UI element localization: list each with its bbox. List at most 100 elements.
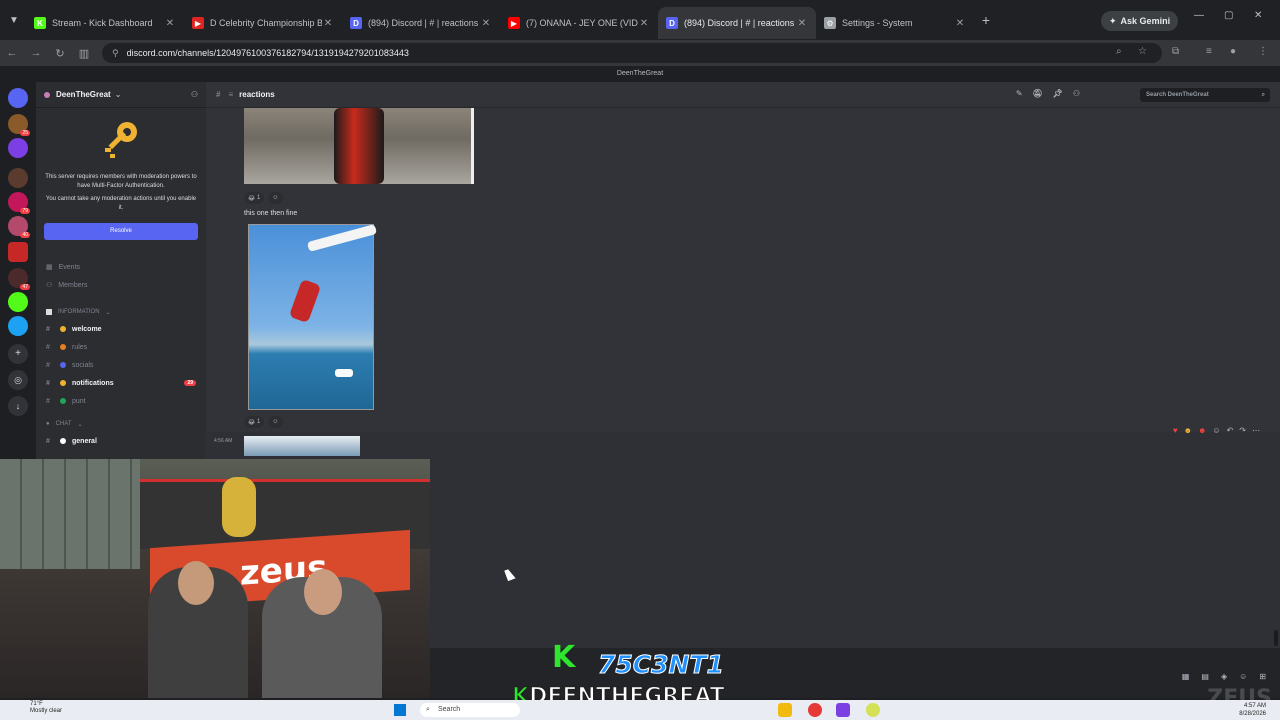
reaction-chip[interactable]: 😂︎ 1 <box>244 416 265 428</box>
header-toolbar: ✎ 🔕︎ 📌︎ ⚇ <box>1016 89 1080 98</box>
windows-start-icon[interactable] <box>394 704 406 716</box>
laugh-reaction-icon[interactable]: ☻ <box>1184 426 1192 435</box>
gif-icon[interactable]: ▤ <box>1201 672 1209 681</box>
chrome-icon[interactable] <box>808 703 822 717</box>
tab-close-icon[interactable]: ✕ <box>638 18 650 29</box>
url-field[interactable]: ⚲ discord.com/channels/12049761003761827… <box>102 43 1162 63</box>
notifications-icon[interactable]: 🔕︎ <box>1033 89 1043 98</box>
member-list-icon[interactable]: ⚇ <box>1073 89 1080 98</box>
gift-icon[interactable]: ▦ <box>1182 672 1190 681</box>
forward-icon[interactable]: ↷ <box>1239 426 1246 435</box>
channel-label: notifications <box>72 379 114 387</box>
browser-tab[interactable]: D (894) Discord | # | reactions ✕ <box>658 7 816 39</box>
gemini-label: Ask Gemini <box>1120 16 1171 26</box>
app-icon[interactable] <box>836 703 850 717</box>
server-icon[interactable]: 79 <box>8 192 30 214</box>
search-icon: ⌕ <box>1261 92 1265 98</box>
threads-icon[interactable]: ✎ <box>1016 89 1023 98</box>
file-explorer-icon[interactable] <box>778 703 792 717</box>
channel-general[interactable]: # general <box>36 432 206 450</box>
browser-tab[interactable]: ⚙ Settings - System ✕ <box>816 7 974 39</box>
heart-reaction-icon[interactable]: ♥ <box>1173 426 1178 435</box>
extensions-icon[interactable]: ⧉ <box>1172 46 1179 57</box>
channel-label: rules <box>72 343 88 351</box>
back-icon[interactable]: ← <box>0 47 24 59</box>
reaction-chip[interactable]: 😂︎ 1 <box>244 192 265 204</box>
minimize-icon[interactable]: — <box>1194 10 1204 21</box>
weather-widget[interactable]: 71°F Mostly clear <box>30 701 62 715</box>
members-icon: ⚇ <box>46 282 53 289</box>
message-image-attachment[interactable] <box>244 108 474 184</box>
channel-socials[interactable]: # socials <box>36 356 206 374</box>
add-emoji-icon: ☺ <box>272 195 279 201</box>
server-icon[interactable] <box>8 242 28 262</box>
tab-title: Stream - Kick Dashboard <box>52 18 153 28</box>
close-window-icon[interactable]: ✕ <box>1254 10 1262 21</box>
server-icon[interactable] <box>8 292 28 312</box>
mention-badge: 29 <box>184 380 196 386</box>
server-icon[interactable]: 40 <box>8 216 30 238</box>
ask-gemini-button[interactable]: ✦ Ask Gemini <box>1101 11 1179 31</box>
site-info-icon[interactable]: ⚲ <box>112 48 119 59</box>
tab-favicon-icon: ⚙ <box>824 17 836 29</box>
app-icon[interactable] <box>866 703 880 717</box>
server-icon[interactable] <box>8 316 28 336</box>
taskbar-search[interactable]: ⌕ Search <box>420 703 520 717</box>
channel-welcome[interactable]: # welcome <box>36 320 206 338</box>
explore-icon[interactable]: ◎ <box>8 370 28 390</box>
profile-icon[interactable]: ● <box>1230 46 1236 57</box>
reload-icon[interactable]: ↻ <box>48 47 72 60</box>
server-icon[interactable]: 25 <box>8 114 30 136</box>
more-options-icon[interactable]: ⋯ <box>1252 426 1260 435</box>
add-reaction-button[interactable]: ☺ <box>268 416 283 428</box>
scrollbar[interactable] <box>1274 630 1278 646</box>
add-reaction-icon[interactable]: ☺ <box>1212 426 1220 435</box>
server-icon[interactable]: 47 <box>8 268 30 290</box>
emoji-icon[interactable]: ☺ <box>1239 672 1247 681</box>
tab-close-icon[interactable]: ✕ <box>480 18 492 29</box>
forward-icon[interactable]: → <box>24 47 48 59</box>
maximize-icon[interactable]: ▢ <box>1224 10 1233 21</box>
channel-punt[interactable]: # punt <box>36 392 206 410</box>
tab-search-icon[interactable]: ▼ <box>2 8 26 32</box>
home-icon[interactable] <box>8 88 28 108</box>
server-icon[interactable] <box>8 168 28 188</box>
reply-icon[interactable]: ↶ <box>1227 426 1234 435</box>
message-image-attachment[interactable] <box>244 436 360 456</box>
category-information[interactable]: INFORMATION ⌄ <box>36 304 206 320</box>
more-menu-icon[interactable]: ⋮ <box>1258 46 1268 57</box>
tab-close-icon[interactable]: ✕ <box>796 18 808 29</box>
bookmark-star-icon[interactable]: ☆ <box>1138 46 1147 57</box>
events-link[interactable]: ▦ Events <box>36 258 206 276</box>
add-member-icon[interactable]: ⚇ <box>191 90 198 99</box>
add-server-icon[interactable]: + <box>8 344 28 364</box>
sidebar-icon[interactable]: ▥ <box>72 47 96 60</box>
browser-tab[interactable]: ▶ (7) ONANA - JEY ONE (VIDEO C✕ <box>500 7 658 39</box>
channel-rules[interactable]: # rules <box>36 338 206 356</box>
category-chat[interactable]: ● CHAT ⌄ <box>36 416 206 432</box>
system-clock[interactable]: 4:57 AM 8/28/2026 <box>1239 702 1266 718</box>
tab-close-icon[interactable]: ✕ <box>322 18 334 29</box>
server-icon[interactable] <box>8 138 28 158</box>
apps-icon[interactable]: ⊞ <box>1259 672 1266 681</box>
search-input[interactable]: Search DeenTheGreat ⌕ <box>1140 88 1270 102</box>
zoom-icon[interactable]: ⌕ <box>1116 46 1122 57</box>
channel-notifications[interactable]: # notifications 29 <box>36 374 206 392</box>
server-header[interactable]: DeenTheGreat ⌄ ⚇ <box>36 82 206 108</box>
tab-close-icon[interactable]: ✕ <box>954 18 966 29</box>
pin-icon[interactable]: 📌︎ <box>1053 89 1063 98</box>
new-tab-button[interactable]: + <box>974 12 998 28</box>
resolve-button[interactable]: Resolve <box>44 223 198 240</box>
tab-close-icon[interactable]: ✕ <box>164 18 176 29</box>
url-text: discord.com/channels/1204976100376182794… <box>126 48 409 58</box>
sticker-icon[interactable]: ◈ <box>1221 672 1227 681</box>
browser-tab[interactable]: ▶ D Celebrity Championship Bo ✕ <box>184 7 342 39</box>
media-icon[interactable]: ≡ <box>1206 46 1212 57</box>
download-icon[interactable]: ↓ <box>8 396 28 416</box>
members-link[interactable]: ⚇ Members <box>36 276 206 294</box>
add-reaction-button[interactable]: ☺ <box>268 192 283 204</box>
browser-tab[interactable]: D (894) Discord | # | reactions ✕ <box>342 7 500 39</box>
message-image-attachment[interactable] <box>248 224 378 410</box>
browser-tab[interactable]: K Stream - Kick Dashboard ✕ <box>26 7 184 39</box>
angry-reaction-icon[interactable]: ☻ <box>1198 426 1206 435</box>
